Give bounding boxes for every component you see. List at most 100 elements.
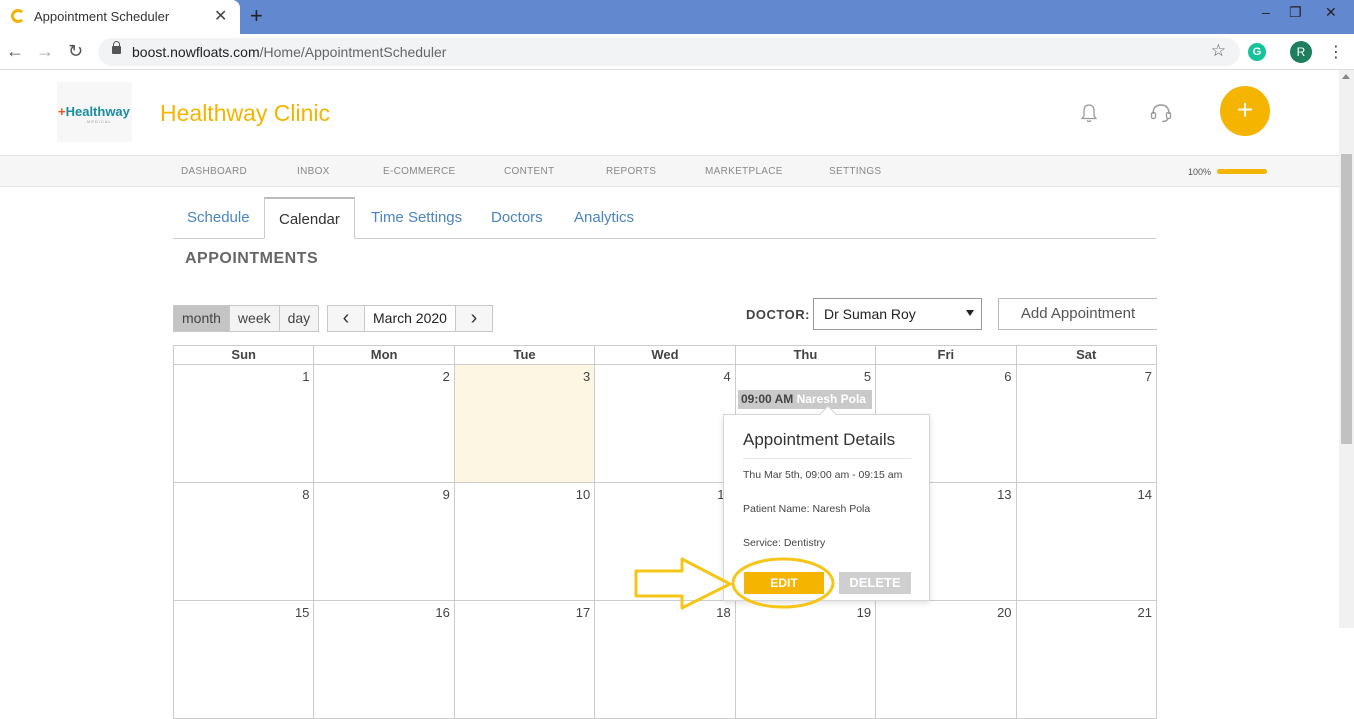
prev-month-button[interactable]: ‹ bbox=[327, 305, 365, 332]
day-cell[interactable]: 18 bbox=[595, 601, 736, 718]
url-text: boost.nowfloats.com/Home/AppointmentSche… bbox=[132, 44, 447, 60]
profile-progress-fill bbox=[1217, 169, 1267, 174]
forward-arrow-icon[interactable]: → bbox=[36, 41, 54, 62]
day-cell[interactable]: 2 bbox=[314, 365, 455, 482]
page-scrollbar[interactable] bbox=[1339, 70, 1354, 628]
day-cell[interactable]: 21 bbox=[1017, 601, 1157, 718]
reload-icon[interactable]: ↻ bbox=[68, 41, 83, 62]
site-favicon-icon bbox=[11, 9, 25, 23]
day-cell[interactable]: 15 bbox=[174, 601, 315, 718]
add-appointment-button[interactable]: Add Appointment bbox=[998, 298, 1157, 330]
day-number: 14 bbox=[1137, 487, 1152, 502]
appointment-details-popover: Appointment Details Thu Mar 5th, 09:00 a… bbox=[723, 405, 930, 601]
nav-dashboard[interactable]: DASHBOARD bbox=[181, 166, 247, 177]
view-day-button[interactable]: day bbox=[279, 305, 320, 332]
day-cell[interactable]: 20 bbox=[876, 601, 1017, 718]
day-number: 3 bbox=[583, 369, 591, 384]
clinic-name: Healthway Clinic bbox=[160, 100, 331, 126]
profile-avatar[interactable]: R bbox=[1290, 41, 1312, 63]
event-time: 09:00 AM bbox=[741, 392, 794, 406]
restore-icon[interactable]: ❐ bbox=[1289, 4, 1302, 21]
day-number: 8 bbox=[302, 487, 310, 502]
weekday-sat: Sat bbox=[1017, 346, 1157, 364]
scroll-up-icon[interactable] bbox=[1342, 74, 1350, 79]
tab-analytics[interactable]: Analytics bbox=[574, 209, 634, 226]
view-month-button[interactable]: month bbox=[173, 305, 230, 332]
url-field[interactable]: boost.nowfloats.com/Home/AppointmentSche… bbox=[98, 38, 1240, 66]
tab-doctors[interactable]: Doctors bbox=[491, 209, 543, 226]
nav-ecommerce[interactable]: E-COMMERCE bbox=[383, 166, 455, 177]
calendar-event[interactable]: 09:00 AM Naresh Pola bbox=[738, 390, 872, 409]
window-close-icon[interactable]: ✕ bbox=[1325, 4, 1337, 21]
day-cell[interactable]: 11 bbox=[595, 483, 736, 600]
weekday-mon: Mon bbox=[314, 346, 455, 364]
day-number: 10 bbox=[575, 487, 591, 502]
day-number: 16 bbox=[435, 605, 450, 620]
day-number: 1 bbox=[302, 369, 310, 384]
day-cell[interactable]: 19 bbox=[736, 601, 877, 718]
calendar-week: 1 2 3 4 5 6 7 bbox=[173, 365, 1157, 483]
clinic-logo[interactable]: +Healthway MEDICAL bbox=[57, 82, 132, 142]
weekday-sun: Sun bbox=[174, 346, 315, 364]
nav-content[interactable]: CONTENT bbox=[504, 166, 554, 177]
support-headset-icon[interactable] bbox=[1150, 103, 1172, 123]
weekday-fri: Fri bbox=[876, 346, 1017, 364]
edit-appointment-button[interactable]: EDIT bbox=[744, 572, 824, 594]
lock-icon bbox=[112, 41, 121, 54]
day-cell[interactable]: 9 bbox=[314, 483, 455, 600]
day-cell[interactable]: 17 bbox=[455, 601, 596, 718]
scrollbar-thumb[interactable] bbox=[1341, 154, 1352, 444]
nav-inbox[interactable]: INBOX bbox=[297, 166, 330, 177]
profile-progress-bar bbox=[1217, 169, 1267, 174]
day-number: 15 bbox=[294, 605, 310, 620]
view-switcher: month week day bbox=[173, 305, 320, 332]
day-number: 13 bbox=[997, 487, 1012, 502]
weekday-thu: Thu bbox=[736, 346, 877, 364]
day-cell[interactable]: 16 bbox=[314, 601, 455, 718]
view-week-button[interactable]: week bbox=[229, 305, 280, 332]
bookmark-star-icon[interactable]: ☆ bbox=[1211, 41, 1226, 61]
calendar-week: 15 16 17 18 19 20 21 bbox=[173, 601, 1157, 719]
appointment-tabs: Schedule Calendar Time Settings Doctors … bbox=[173, 197, 1156, 239]
minimize-icon[interactable]: – bbox=[1262, 4, 1270, 20]
add-fab-button[interactable]: + bbox=[1220, 86, 1270, 136]
new-tab-icon[interactable]: + bbox=[250, 3, 263, 29]
day-cell[interactable]: 8 bbox=[174, 483, 315, 600]
tab-schedule[interactable]: Schedule bbox=[187, 209, 250, 226]
logo-subtext: MEDICAL bbox=[87, 119, 112, 124]
nav-settings[interactable]: SETTINGS bbox=[829, 166, 881, 177]
grammarly-extension-icon[interactable]: G bbox=[1248, 43, 1266, 61]
browser-menu-icon[interactable]: ⋮ bbox=[1328, 42, 1344, 62]
caret-down-icon bbox=[966, 310, 974, 316]
chevron-left-icon: ‹ bbox=[342, 307, 350, 329]
day-cell[interactable]: 14 bbox=[1017, 483, 1157, 600]
browser-tab[interactable]: Appointment Scheduler ✕ bbox=[0, 0, 240, 34]
close-tab-icon[interactable]: ✕ bbox=[214, 6, 227, 26]
notification-bell-icon[interactable] bbox=[1081, 103, 1097, 123]
popover-title: Appointment Details bbox=[743, 430, 896, 449]
current-month-label: March 2020 bbox=[365, 305, 455, 332]
day-number: 4 bbox=[723, 369, 731, 384]
tab-calendar[interactable]: Calendar bbox=[264, 197, 355, 239]
day-cell[interactable]: 7 bbox=[1017, 365, 1157, 482]
day-cell[interactable]: 1 bbox=[174, 365, 315, 482]
appointment-datetime: Thu Mar 5th, 09:00 am - 09:15 am bbox=[743, 469, 903, 481]
address-bar: ← → ↻ boost.nowfloats.com/Home/Appointme… bbox=[0, 34, 1354, 70]
appointment-patient: Patient Name: Naresh Pola bbox=[743, 503, 871, 515]
day-cell[interactable]: 4 bbox=[595, 365, 736, 482]
day-cell-today[interactable]: 3 bbox=[454, 365, 596, 482]
month-navigator: ‹ March 2020 › bbox=[327, 305, 493, 332]
delete-appointment-button[interactable]: DELETE bbox=[839, 572, 911, 594]
nav-reports[interactable]: REPORTS bbox=[606, 166, 656, 177]
month-calendar: Sun Mon Tue Wed Thu Fri Sat 1 2 3 4 5 6 … bbox=[173, 345, 1157, 719]
day-number: 7 bbox=[1144, 369, 1152, 384]
day-number: 9 bbox=[442, 487, 450, 502]
tab-time-settings[interactable]: Time Settings bbox=[371, 209, 462, 226]
next-month-button[interactable]: › bbox=[454, 305, 493, 332]
day-cell[interactable]: 10 bbox=[455, 483, 596, 600]
profile-progress-label: 100% bbox=[1188, 167, 1212, 177]
back-arrow-icon[interactable]: ← bbox=[6, 41, 24, 62]
doctor-select[interactable]: Dr Suman Roy bbox=[813, 298, 982, 330]
weekday-tue: Tue bbox=[455, 346, 596, 364]
nav-marketplace[interactable]: MARKETPLACE bbox=[705, 166, 783, 177]
